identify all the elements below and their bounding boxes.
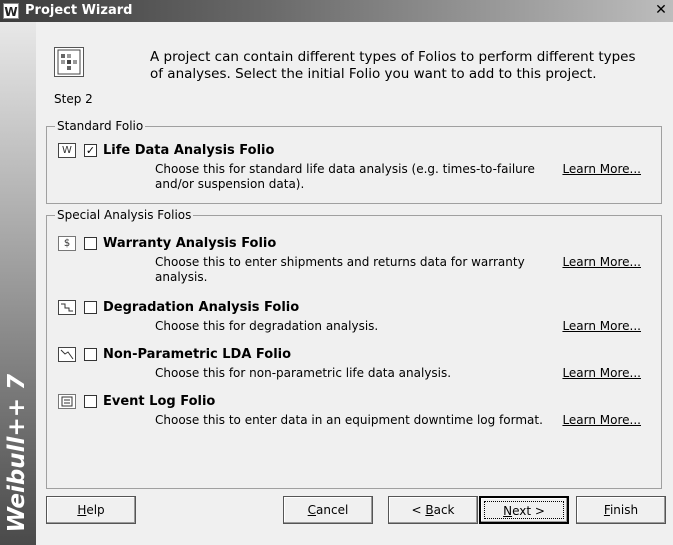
folio-description: Choose this to enter data in an equipmen… bbox=[155, 413, 543, 427]
folio-name: Life Data Analysis Folio bbox=[103, 143, 275, 158]
learn-more-link[interactable]: Learn More... bbox=[562, 366, 641, 380]
wizard-buttons: Help Cancel < Back Next > Finish bbox=[36, 496, 673, 530]
next-button[interactable]: Next > bbox=[479, 496, 569, 524]
brand-text: Weibull++ 7 bbox=[4, 374, 30, 533]
event-log-checkbox[interactable] bbox=[84, 395, 97, 408]
special-folios-legend: Special Analysis Folios bbox=[55, 208, 194, 222]
standard-folio-legend: Standard Folio bbox=[55, 119, 146, 133]
non-parametric-icon bbox=[58, 347, 76, 362]
life-data-icon: W bbox=[58, 143, 76, 158]
warranty-icon: $ bbox=[58, 236, 76, 251]
cancel-button-label: Cancel bbox=[307, 503, 349, 517]
folio-description: Choose this for degradation analysis. bbox=[155, 319, 379, 333]
close-icon[interactable]: ✕ bbox=[653, 2, 669, 18]
brand-sidebar: Weibull++ 7 bbox=[0, 22, 36, 545]
warranty-checkbox[interactable] bbox=[84, 237, 97, 250]
standard-folio-group: Standard Folio W ✓ Life Data Analysis Fo… bbox=[46, 119, 662, 204]
step-label: Step 2 bbox=[54, 92, 93, 106]
wizard-step-icon bbox=[54, 47, 84, 77]
next-button-label: Next > bbox=[484, 501, 564, 519]
help-button[interactable]: Help bbox=[46, 496, 136, 524]
back-button-label: < Back bbox=[411, 503, 455, 517]
finish-button-label: Finish bbox=[603, 503, 639, 517]
learn-more-link[interactable]: Learn More... bbox=[562, 162, 641, 176]
folio-description: Choose this to enter shipments and retur… bbox=[155, 255, 525, 284]
learn-more-link[interactable]: Learn More... bbox=[562, 255, 641, 269]
cancel-button[interactable]: Cancel bbox=[283, 496, 373, 524]
window-title: Project Wizard bbox=[25, 3, 133, 18]
folio-name: Event Log Folio bbox=[103, 394, 216, 409]
instruction-text: A project can contain different types of… bbox=[150, 49, 636, 82]
learn-more-link[interactable]: Learn More... bbox=[562, 413, 641, 427]
learn-more-link[interactable]: Learn More... bbox=[562, 319, 641, 333]
folio-description: Choose this for non-parametric life data… bbox=[155, 366, 452, 380]
non-parametric-checkbox[interactable] bbox=[84, 348, 97, 361]
title-bar: W Project Wizard ✕ bbox=[0, 0, 673, 22]
finish-button[interactable]: Finish bbox=[576, 496, 666, 524]
folio-name: Degradation Analysis Folio bbox=[103, 300, 300, 315]
event-log-icon bbox=[58, 394, 76, 409]
folio-name: Non-Parametric LDA Folio bbox=[103, 347, 292, 362]
weibull-app-icon: W bbox=[3, 3, 19, 19]
folio-name: Warranty Analysis Folio bbox=[103, 236, 277, 251]
folio-description: Choose this for standard life data analy… bbox=[155, 162, 535, 191]
life-data-checkbox[interactable]: ✓ bbox=[84, 144, 97, 157]
wizard-content: Step 2 A project can contain different t… bbox=[36, 22, 673, 545]
back-button[interactable]: < Back bbox=[388, 496, 478, 524]
degradation-icon bbox=[58, 300, 76, 315]
special-folios-group: Special Analysis Folios $ Warranty Analy… bbox=[46, 208, 662, 489]
help-button-label: Help bbox=[77, 503, 105, 517]
degradation-checkbox[interactable] bbox=[84, 301, 97, 314]
